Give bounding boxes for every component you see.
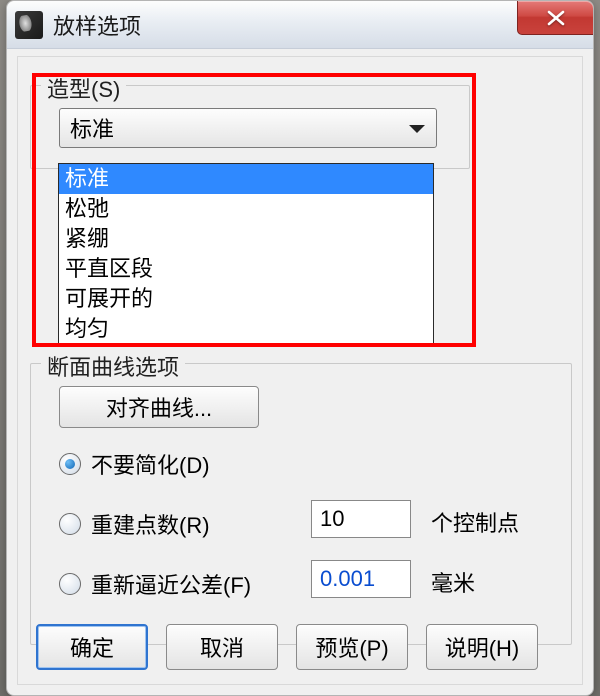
align-curves-button[interactable]: 对齐曲线... (59, 386, 259, 428)
cancel-label: 取消 (200, 631, 244, 663)
app-icon (15, 11, 43, 39)
help-button[interactable]: 说明(H) (426, 624, 538, 670)
close-button[interactable] (517, 1, 593, 35)
rebuild-count-input[interactable]: 10 (311, 500, 411, 538)
close-icon (545, 10, 567, 26)
style-combobox[interactable]: 标准 (59, 108, 437, 148)
style-option-3[interactable]: 平直区段 (59, 254, 433, 284)
refit-tolerance-value: 0.001 (320, 566, 375, 592)
style-option-0[interactable]: 标准 (59, 164, 433, 194)
radio-rebuild[interactable]: 重建点数(R) (59, 508, 210, 540)
titlebar: 放样选项 (7, 1, 593, 49)
radio-refit[interactable]: 重新逼近公差(F) (59, 568, 251, 600)
preview-button[interactable]: 预览(P) (296, 624, 408, 670)
rebuild-unit-label: 个控制点 (431, 506, 519, 538)
style-option-5[interactable]: 均匀 (59, 314, 433, 344)
radio-refit-label: 重新逼近公差(F) (91, 568, 251, 600)
style-group: 造型(S) 标准 (30, 85, 470, 169)
section-group-legend: 断面曲线选项 (41, 350, 185, 382)
ok-label: 确定 (70, 631, 114, 663)
radio-refit-indicator (59, 573, 81, 595)
ok-button[interactable]: 确定 (36, 624, 148, 670)
refit-tolerance-input[interactable]: 0.001 (311, 560, 411, 598)
style-combobox-value: 标准 (70, 112, 114, 144)
help-label: 说明(H) (445, 631, 520, 663)
style-option-4[interactable]: 可展开的 (59, 284, 433, 314)
radio-rebuild-indicator (59, 513, 81, 535)
radio-nosimplify-indicator (59, 453, 81, 475)
preview-label: 预览(P) (315, 631, 388, 663)
style-dropdown-list[interactable]: 标准 松弛 紧绷 平直区段 可展开的 均匀 (58, 163, 434, 345)
radio-nosimplify[interactable]: 不要简化(D) (59, 448, 210, 480)
dialog-button-row: 确定 取消 预览(P) 说明(H) (36, 624, 538, 670)
radio-nosimplify-label: 不要简化(D) (91, 448, 210, 480)
style-group-legend: 造型(S) (41, 72, 126, 104)
radio-rebuild-label: 重建点数(R) (91, 508, 210, 540)
style-option-2[interactable]: 紧绷 (59, 224, 433, 254)
align-curves-label: 对齐曲线... (106, 391, 212, 423)
chevron-down-icon (408, 115, 426, 141)
style-option-1[interactable]: 松弛 (59, 194, 433, 224)
title-text: 放样选项 (53, 9, 141, 41)
cancel-button[interactable]: 取消 (166, 624, 278, 670)
rebuild-count-value: 10 (320, 506, 344, 532)
client-area: 造型(S) 标准 标准 松弛 紧绷 平直区段 可展开的 均匀 断面曲线选项 对齐… (17, 56, 583, 685)
dialog-window: 放样选项 造型(S) 标准 标准 松弛 紧绷 平直区段 可展开的 均 (6, 0, 594, 696)
refit-unit-label: 毫米 (431, 566, 475, 598)
section-group: 断面曲线选项 对齐曲线... 不要简化(D) 重建点数(R) 10 个控制点 重… (30, 363, 572, 645)
